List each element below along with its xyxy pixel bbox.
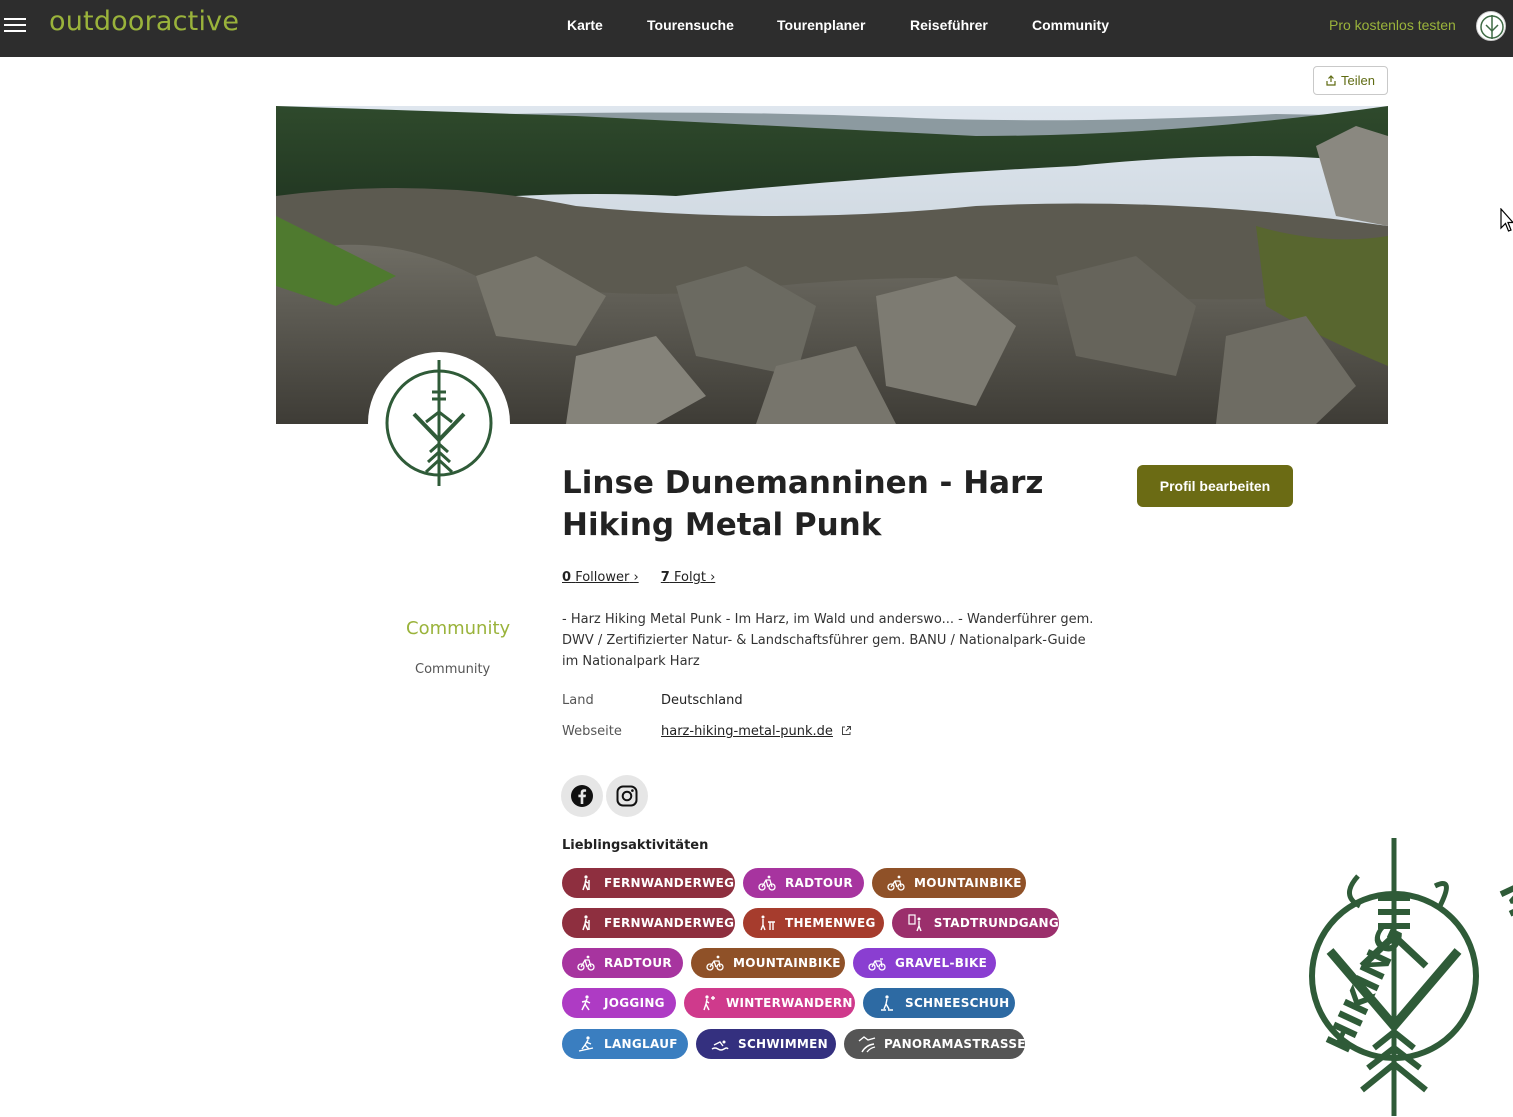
mouse-cursor-icon [1500,207,1513,238]
activity-chip[interactable]: PANORAMASTRASSE [844,1029,1025,1059]
signpost-hiker-icon [757,913,777,933]
share-icon [1326,75,1336,86]
country-label: Land [562,693,594,708]
mountainbike-icon [705,953,725,973]
activity-chip[interactable]: RADTOUR [562,948,683,978]
sidebar-title: Community [406,618,511,639]
hiker-icon [576,873,596,893]
activity-label: MOUNTAINBIKE [914,876,1022,890]
profile-name: Linse Dunemanninen - Harz Hiking Metal P… [562,465,1044,543]
activity-chip[interactable]: GRAVEL-BIKE [853,948,996,978]
activity-label: FERNWANDERWEG [604,876,735,890]
external-link-icon [842,726,852,735]
user-avatar[interactable] [1476,11,1506,41]
followers-label: Follower [575,570,630,585]
nav-item-karte[interactable]: Karte [567,17,603,33]
following-label: Folgt [673,570,706,585]
cross-country-ski-icon [576,1034,596,1054]
activity-label: JOGGING [604,996,665,1010]
activity-chip[interactable]: WINTERWANDERN [684,988,855,1018]
profile-bio: - Harz Hiking Metal Punk - Im Harz, im W… [562,612,1094,669]
chevron-right-icon: › [710,570,716,585]
activity-chip[interactable]: MOUNTAINBIKE [872,868,1026,898]
activity-label: RADTOUR [604,956,672,970]
website-link[interactable]: harz-hiking-metal-punk.de [661,724,833,739]
activity-label: PANORAMASTRASSE [884,1037,1026,1051]
instagram-button[interactable] [606,775,648,817]
favorite-activities-title: Lieblingsaktivitäten [562,838,709,853]
runner-icon [576,993,596,1013]
harz-hiking-metal-punk-logo: HIKING METAL [1270,836,1513,1117]
share-button[interactable]: Teilen [1313,66,1388,95]
activity-label: SCHNEESCHUH [905,996,1010,1010]
edit-profile-button[interactable]: Profil bearbeiten [1137,465,1293,507]
activity-chip[interactable]: JOGGING [562,988,676,1018]
bicycle-icon [576,953,596,973]
sidebar-item-community[interactable]: Community [415,662,490,677]
follow-stats: 0 Follower › 7 Folgt › [562,570,733,585]
website-row: harz-hiking-metal-punk.de [661,724,852,739]
nav-item-tourensuche[interactable]: Tourensuche [647,17,734,33]
nav-item-tourenplaner[interactable]: Tourenplaner [777,17,865,33]
activity-chip[interactable]: FERNWANDERWEG [562,908,735,938]
nav-item-community[interactable]: Community [1032,17,1109,33]
following-link[interactable]: 7 Folgt › [661,570,715,585]
bicycle-icon [757,873,777,893]
menu-icon[interactable] [4,15,26,35]
activity-chip[interactable]: LANGLAUF [562,1029,688,1059]
snowshoe-icon [877,993,897,1013]
winter-hiker-icon [698,993,718,1013]
pro-trial-link[interactable]: Pro kostenlos testen [1329,17,1456,33]
activity-label: RADTOUR [785,876,853,890]
instagram-icon [616,785,638,807]
profile-avatar[interactable] [368,352,510,494]
activity-label: SCHWIMMEN [738,1037,829,1051]
activity-chip[interactable]: MOUNTAINBIKE [691,948,845,978]
followers-link[interactable]: 0 Follower › [562,570,639,585]
activity-chip[interactable]: THEMENWEG [743,908,884,938]
activity-chip[interactable]: RADTOUR [743,868,864,898]
activity-chip[interactable]: SCHNEESCHUH [863,988,1015,1018]
activity-label: LANGLAUF [604,1037,678,1051]
chevron-right-icon: › [633,570,639,585]
activity-chip[interactable]: SCHWIMMEN [696,1029,836,1059]
svg-text:METAL: METAL [1490,876,1513,1007]
activity-chip[interactable]: FERNWANDERWEG [562,868,735,898]
activity-label: WINTERWANDERN [726,996,853,1010]
activity-label: THEMENWEG [785,916,876,930]
city-walk-icon [906,913,926,933]
gravel-bike-icon [867,953,887,973]
activity-label: FERNWANDERWEG [604,916,735,930]
hiker-icon [576,913,596,933]
panorama-road-icon [858,1034,876,1054]
activity-label: STADTRUNDGANG [933,916,1059,930]
nav-item-reisefuehrer[interactable]: Reiseführer [910,17,988,33]
swimmer-icon [710,1034,730,1054]
activity-label: GRAVEL-BIKE [895,956,988,970]
activity-chip[interactable]: STADTRUNDGANG [892,908,1059,938]
facebook-button[interactable] [561,775,603,817]
share-label: Teilen [1341,73,1375,88]
brand-logo[interactable]: outdooractive [49,6,239,37]
website-label: Webseite [562,724,622,739]
mountainbike-icon [886,873,906,893]
following-count: 7 [660,570,670,585]
activity-label: MOUNTAINBIKE [733,956,841,970]
facebook-icon [571,785,593,807]
followers-count: 0 [562,570,572,585]
country-value: Deutschland [661,693,743,708]
top-navigation-bar: outdooractive Karte Tourensuche Tourenpl… [0,0,1513,57]
